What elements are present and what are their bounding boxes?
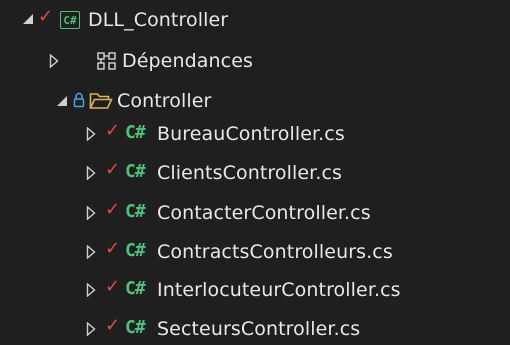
solution-explorer-tree: ✓ C# DLL_Controller Dépendances Controll… [0,0,510,345]
tree-item-file[interactable]: ✓ C# SecteursController.cs [0,313,510,345]
csharp-file-icon: C# [125,122,146,143]
folder-label: Controller [117,90,212,112]
collapse-arrow-icon[interactable] [86,322,96,336]
tree-item-folder-controller[interactable]: Controller [0,85,510,117]
checked-in-icon: ✓ [105,199,121,220]
collapse-arrow-icon[interactable] [86,283,96,297]
file-name: ContractsControlleurs.cs [157,241,393,263]
project-name: DLL_Controller [88,9,229,31]
csharp-file-icon: C# [125,278,146,299]
tree-item-file[interactable]: ✓ C# BureauController.cs [0,118,510,150]
tree-item-file[interactable]: ✓ C# ClientsController.cs [0,157,510,189]
checked-in-icon: ✓ [105,120,121,141]
checked-in-icon: ✓ [105,159,121,180]
tree-item-file[interactable]: ✓ C# ContractsControlleurs.cs [0,236,510,268]
file-name: SecteursController.cs [157,318,361,340]
checked-in-icon: ✓ [105,315,121,336]
tree-item-project[interactable]: ✓ C# DLL_Controller [0,4,510,36]
collapse-arrow-icon[interactable] [49,54,59,68]
file-name: InterlocuteurController.cs [157,279,401,301]
dependencies-label: Dépendances [122,50,253,72]
folder-open-icon [89,92,113,110]
dependencies-icon [97,52,117,70]
collapse-arrow-icon[interactable] [86,127,96,141]
expand-arrow-icon[interactable] [22,13,34,25]
collapse-arrow-icon[interactable] [86,166,96,180]
collapse-arrow-icon[interactable] [86,245,96,259]
file-name: ContacterController.cs [157,202,371,224]
checked-in-icon: ✓ [38,6,54,27]
csharp-file-icon: C# [125,317,146,338]
collapse-arrow-icon[interactable] [86,206,96,220]
tree-item-dependencies[interactable]: Dépendances [0,45,510,77]
file-name: BureauController.cs [157,123,345,145]
expand-arrow-icon[interactable] [56,95,68,107]
tree-item-file[interactable]: ✓ C# ContacterController.cs [0,197,510,229]
lock-icon [73,92,85,108]
checked-in-icon: ✓ [105,238,121,259]
csharp-project-icon: C# [60,11,80,29]
tree-item-file[interactable]: ✓ C# InterlocuteurController.cs [0,274,510,306]
csharp-file-icon: C# [125,240,146,261]
csharp-file-icon: C# [125,201,146,222]
csharp-file-icon: C# [125,161,146,182]
checked-in-icon: ✓ [105,276,121,297]
file-name: ClientsController.cs [157,162,343,184]
